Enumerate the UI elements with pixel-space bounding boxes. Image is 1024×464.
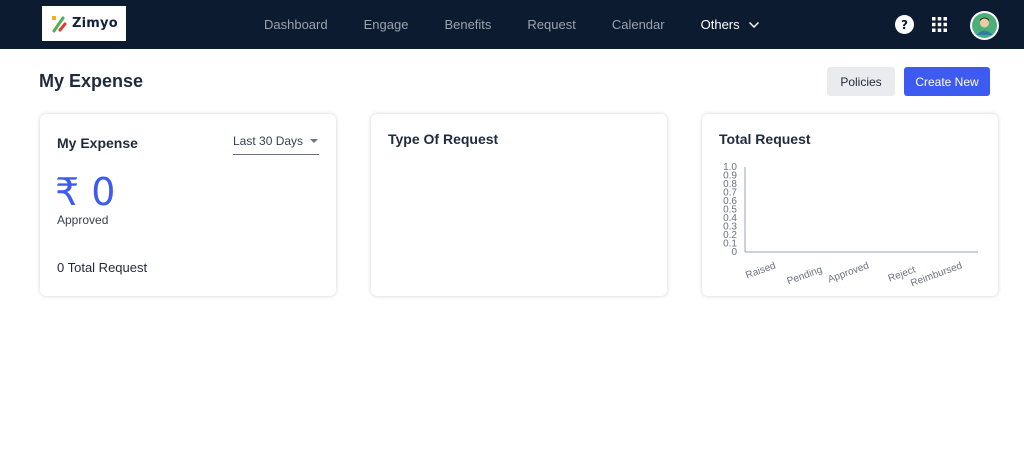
date-range-value: Last 30 Days <box>233 134 304 148</box>
grid-icon[interactable] <box>932 17 947 32</box>
logo-text: Zimyo <box>72 16 118 31</box>
amount-value: 0 <box>91 170 116 214</box>
total-request-card: Total Request 0 0.1 0.2 0.3 0.4 0.5 0.6 0.7 0.8 0… <box>702 114 998 296</box>
amount-label: Approved <box>57 213 109 227</box>
main-nav: Dashboard Engage Benefits Request Calend… <box>264 0 760 49</box>
chevron-down-icon[interactable] <box>748 21 760 29</box>
nav-others[interactable]: Others <box>701 17 740 32</box>
avatar[interactable] <box>970 11 999 40</box>
nav-request[interactable]: Request <box>527 17 575 32</box>
nav-dashboard[interactable]: Dashboard <box>264 17 328 32</box>
total-request-count: 0 Total Request <box>57 260 148 275</box>
x-tick-label: Approved <box>827 260 871 285</box>
create-new-button[interactable]: Create New <box>904 67 990 96</box>
nav-engage[interactable]: Engage <box>364 17 409 32</box>
x-tick-label: Raised <box>744 260 777 281</box>
logo-mark-icon <box>52 15 67 32</box>
page-title: My Expense <box>39 71 144 91</box>
user-avatar-icon <box>972 13 997 38</box>
currency-symbol: ₹ <box>55 170 80 214</box>
nav-benefits[interactable]: Benefits <box>444 17 491 32</box>
card-title: My Expense <box>57 135 138 151</box>
chevron-down-icon <box>310 139 318 143</box>
total-request-chart: 00.10.20.30.40.50.60.70.80.91.0Raised Pen… <box>723 162 978 289</box>
nav-calendar[interactable]: Calendar <box>612 17 665 32</box>
expense-summary-card: My Expense Last 30 Days ₹ 0 Approved 0 T… <box>40 114 336 296</box>
logo[interactable]: Zimyo <box>42 6 126 41</box>
top-navbar: Zimyo Dashboard Engage Benefits Request … <box>0 0 1024 49</box>
x-tick-label: Pending <box>786 264 824 287</box>
y-tick-label: 1.0 <box>723 162 737 173</box>
card-title: Type Of Request <box>388 131 499 147</box>
approved-amount: ₹ 0 <box>55 170 115 214</box>
x-tick-label: Reimbursed <box>909 260 963 289</box>
help-icon[interactable]: ? <box>895 15 914 34</box>
type-of-request-card: Type Of Request <box>371 114 667 296</box>
date-range-select[interactable]: Last 30 Days <box>233 134 319 155</box>
policies-button[interactable]: Policies <box>827 67 895 96</box>
